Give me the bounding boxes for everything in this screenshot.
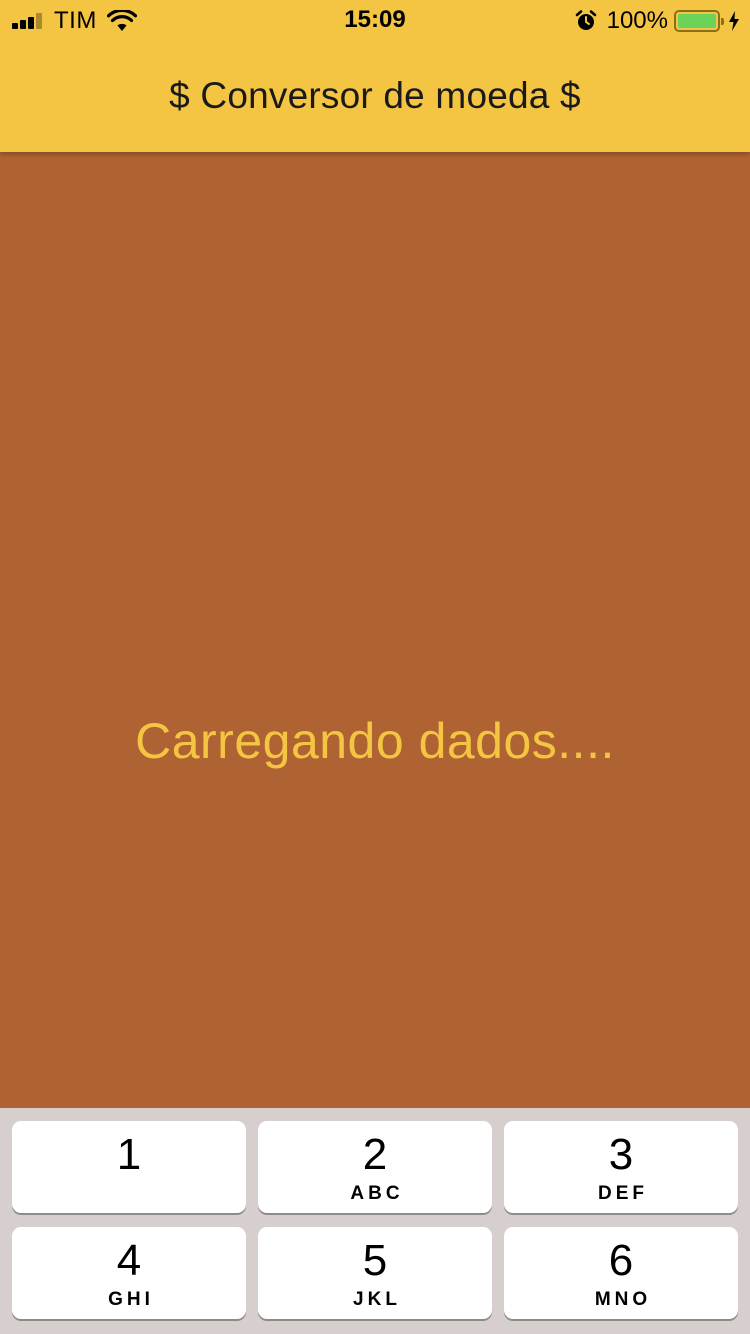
battery-icon [674, 10, 724, 32]
key-digit: 1 [116, 1130, 142, 1179]
key-6[interactable]: 6 MNO [504, 1227, 738, 1319]
key-letters: DEF [598, 1183, 648, 1204]
charging-bolt-icon [729, 11, 739, 31]
key-letters: ABC [350, 1183, 404, 1204]
key-2[interactable]: 2 ABC [258, 1121, 492, 1213]
key-letters: MNO [594, 1289, 652, 1310]
numeric-keypad: 1 2 ABC 3 DEF 4 GHI 5 JKL 6 MNO [0, 1108, 750, 1334]
key-4[interactable]: 4 GHI [12, 1227, 246, 1319]
key-digit: 3 [608, 1130, 634, 1179]
key-digit: 2 [362, 1130, 388, 1179]
status-right: 100% [575, 7, 740, 34]
battery-percent: 100% [606, 7, 668, 34]
app-bar: $ Conversor de moeda $ [0, 40, 750, 152]
key-1[interactable]: 1 [12, 1121, 246, 1213]
key-digit: 4 [116, 1236, 142, 1285]
app-header: TIM 15:09 100% $ Conversor de moeda $ [0, 0, 750, 152]
key-letters: JKL [353, 1289, 401, 1310]
key-digit: 5 [362, 1236, 388, 1285]
key-digit: 6 [608, 1236, 634, 1285]
key-letters: GHI [108, 1289, 154, 1310]
status-bar: TIM 15:09 100% [0, 0, 750, 40]
alarm-icon [575, 10, 596, 30]
key-5[interactable]: 5 JKL [258, 1227, 492, 1319]
battery-level-fill [678, 14, 716, 28]
app-screen: TIM 15:09 100% $ Conversor de moeda $ Ca… [0, 0, 750, 1334]
loading-message: Carregando dados.... [135, 713, 615, 769]
app-title: $ Conversor de moeda $ [169, 75, 581, 116]
key-3[interactable]: 3 DEF [504, 1121, 738, 1213]
